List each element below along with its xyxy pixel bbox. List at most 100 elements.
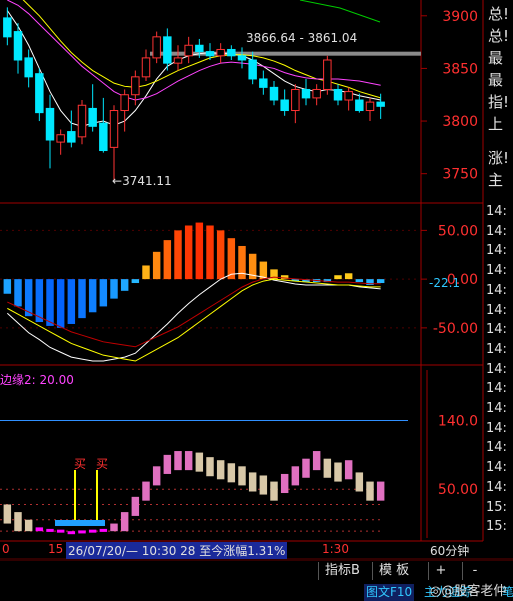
time-list-item[interactable]: 14: [486,460,513,475]
candle-body [237,55,247,61]
candle-body [152,36,161,59]
time-list-item[interactable]: 14: [486,243,513,258]
time-list-item[interactable]: 14: [486,381,513,396]
indicator-bar [184,451,193,471]
price-range-label: 3866.64 - 3861.04 [246,31,358,45]
time-list-item[interactable]: 14: [486,303,513,318]
macd-current-value: -22.1 [429,276,461,290]
time-list-item[interactable]: 14: [486,283,513,298]
time-list-item[interactable]: 14: [486,224,513,239]
right-info-label: 总! [488,5,510,23]
candle-body [216,48,225,57]
indicator-bar [355,472,364,492]
macd-bar [216,230,225,280]
time-list-item[interactable]: 14: [486,322,513,337]
indicator-bar [174,451,182,471]
candle-body [35,73,44,114]
time-list-item[interactable]: 14: [486,204,513,219]
indicator-bar [67,531,76,535]
time-list-item[interactable]: 14: [486,362,513,377]
indicator-b-button[interactable]: 指标B [318,562,366,580]
macd-bar [14,279,22,307]
macd-tick-label: 50.00 [438,223,478,239]
macd-bar [355,279,364,283]
moving-average-line [299,0,381,23]
indicator-bar [312,451,321,471]
macd-bar [184,225,193,280]
indicator-bar [195,452,204,472]
indicator-panel[interactable] [0,420,408,535]
macd-bar [99,279,108,307]
low-arrow-icon: ← [112,174,123,188]
macd-bar [195,222,204,280]
time-list-item[interactable]: 14: [486,480,513,495]
indicator-bar [88,529,97,533]
macd-bar [88,279,97,313]
macd-bar [152,251,161,280]
buy-signal-label: 买 [96,457,109,471]
macd-bar [46,279,54,326]
indicator-bar [56,529,65,533]
time-list-item[interactable]: 14: [486,421,513,436]
indicator-bar [227,463,236,483]
indicator-bar [206,457,214,477]
candle-body [205,51,215,57]
indicator-bar [248,472,257,492]
indicator-bar [270,481,278,501]
candle-body [45,107,55,141]
candle-body [355,99,364,112]
candle-body [141,57,151,78]
macd-bar [142,265,150,280]
macd-panel[interactable] [3,222,385,362]
indicator-bar [323,458,332,478]
time-list-item[interactable]: 14: [486,263,513,278]
period-selector[interactable]: 60分钟 [430,542,469,559]
template-button[interactable]: 模 板 [372,562,416,580]
candle-body [13,31,23,61]
indicator-bar [334,462,342,482]
indicator-bar [152,466,161,486]
time-list-item[interactable]: 15: [486,500,513,515]
price-panel[interactable] [3,0,421,183]
macd-bar [56,279,65,328]
indicator-bar [259,475,268,495]
indicator-bar [78,530,86,534]
candle-body [3,17,12,38]
indicator-bar [280,473,289,494]
macd-bar [227,238,236,280]
time-list-item[interactable]: 14: [486,401,513,416]
indicator-bar [99,528,108,532]
indicator-bar [291,466,300,486]
indicator-bar [238,466,246,486]
time-list-item[interactable]: 14: [486,342,513,357]
time-list-item[interactable]: 15: [486,519,513,534]
plus-button[interactable]: + [428,562,453,580]
candle-body [131,76,140,96]
tab-f10[interactable]: 图文F10 [364,584,415,601]
candle-body [109,110,119,148]
macd-tick-label: -50.00 [433,321,478,337]
time-list-item[interactable]: 14: [486,440,513,455]
candle-body [67,131,76,143]
right-info-label: 上 [488,115,504,133]
status-time-text: 1:30 [322,542,349,556]
right-info-label: 指! [488,93,510,111]
macd-bar [344,273,353,280]
macd-bar [334,275,342,280]
indicator-bar [163,454,172,474]
indicator-bar [14,512,22,532]
candle-body [88,107,97,127]
low-price-label: ←3741.11 [112,174,172,188]
buy-signal-label: 买 [74,457,87,471]
signal-band [55,520,105,526]
candle-body [99,122,108,152]
indicator-tick-label: 140.0 [438,414,478,430]
status-left-text: 0 [2,542,10,556]
indicator-bar [24,519,33,532]
indicator-bar [216,460,225,480]
candle-body [259,78,268,88]
indicator-bar [3,504,12,524]
right-info-label: 主 [488,171,504,189]
minus-button[interactable]: - [462,562,487,580]
candle-body [163,36,172,64]
